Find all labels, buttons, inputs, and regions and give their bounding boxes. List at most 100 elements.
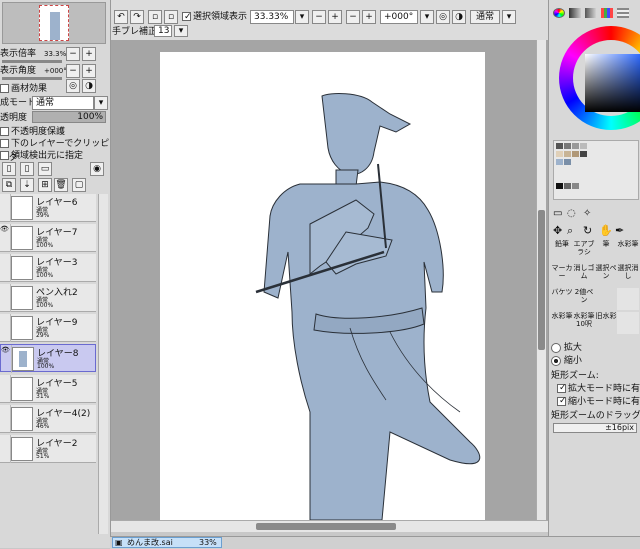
tool-airbrush[interactable]: エアブラシ — [573, 240, 595, 262]
layer-item[interactable]: レイヤー6 通常 39% — [0, 194, 96, 222]
zoom-icon[interactable]: ⌕ — [567, 224, 573, 238]
nav-zoom-in-button[interactable]: + — [82, 47, 96, 61]
nav-rotate-left-button[interactable]: − — [66, 64, 80, 78]
layer-item[interactable]: レイヤー5 通常 31% — [0, 375, 96, 403]
invert-select-button[interactable]: ▫ — [164, 10, 178, 24]
zoom-out-button[interactable]: − — [312, 10, 326, 24]
horizontal-scroll-thumb[interactable] — [256, 523, 396, 530]
vertical-scroll-thumb[interactable] — [538, 210, 545, 350]
nav-angle-slider[interactable] — [2, 77, 62, 80]
zoom-in-mode-toggle[interactable]: ✓拡大モード時に有効 — [557, 383, 640, 395]
tool-select-pen[interactable]: 選択ペン — [595, 264, 617, 286]
swatch[interactable] — [572, 183, 579, 189]
tool-slot[interactable] — [617, 312, 639, 334]
tool-marker[interactable]: マーカー — [551, 264, 573, 286]
rotate-right-button[interactable]: + — [362, 10, 376, 24]
swatch[interactable] — [564, 183, 571, 189]
layer-settings-button[interactable]: ◉ — [90, 162, 104, 176]
swatch[interactable] — [580, 143, 587, 149]
layer-item-selected[interactable]: 👁 レイヤー8 通常 100% — [0, 344, 96, 373]
tool-slot[interactable] — [595, 288, 617, 310]
show-selection-toggle[interactable]: ✓ 選択領域表示 — [182, 10, 247, 24]
layer-item[interactable]: ペン入れ2 通常 100% — [0, 284, 96, 312]
layer-item[interactable]: レイヤー4(2) 通常 46% — [0, 405, 96, 433]
navigator-viewport-box[interactable] — [39, 5, 69, 41]
canvas-horizontal-scrollbar[interactable] — [110, 520, 548, 532]
stabilizer-dropdown-button[interactable]: ▾ — [174, 25, 188, 37]
rotate-dropdown-button[interactable]: ▾ — [420, 10, 434, 24]
swatch[interactable] — [564, 159, 571, 165]
tool-old-watercolor[interactable]: 旧水彩 — [595, 312, 617, 334]
reset-rotate-button[interactable]: ◎ — [436, 10, 450, 24]
visibility-toggle[interactable] — [0, 375, 11, 403]
saturation-value-box[interactable] — [585, 54, 640, 112]
layer-item[interactable]: レイヤー9 通常 29% — [0, 314, 96, 342]
layer-list-scrollbar[interactable] — [98, 194, 108, 534]
transfer-layer-button[interactable]: ⇣ — [20, 178, 34, 192]
visibility-toggle[interactable]: 👁 — [0, 224, 11, 252]
tool-eraser[interactable]: 消しゴム — [573, 264, 595, 286]
zoom-out-mode-toggle[interactable]: ✓縮小モード時に有効 — [557, 396, 640, 408]
file-tab[interactable]: ▣ めんま改.sai 33% — [112, 537, 222, 548]
visibility-toggle[interactable] — [0, 435, 11, 463]
visibility-toggle[interactable] — [0, 254, 11, 282]
visibility-toggle[interactable]: 👁 — [1, 345, 12, 373]
tool-slot[interactable] — [617, 288, 639, 310]
swatch[interactable] — [580, 151, 587, 157]
nav-rotate-right-button[interactable]: + — [82, 64, 96, 78]
rotate-icon[interactable]: ↻ — [583, 224, 592, 237]
hand-icon[interactable]: ✋ — [599, 224, 613, 237]
color-wheel-mode-button[interactable] — [553, 8, 565, 18]
tool-select-eraser[interactable]: 選択消し — [617, 264, 639, 286]
layer-item[interactable]: レイヤー2 通常 51% — [0, 435, 96, 463]
selection-source-toggle[interactable]: 領域検出元に指定 — [0, 149, 110, 163]
layer-item[interactable]: レイヤー3 通常 100% — [0, 254, 96, 282]
copy-layer-button[interactable]: ⧉ — [2, 178, 16, 192]
blend-mode-select[interactable]: 通常 — [470, 10, 500, 24]
zoom-in-button[interactable]: + — [328, 10, 342, 24]
swatch[interactable] — [564, 151, 571, 157]
opacity-slider[interactable]: 100% — [32, 111, 106, 123]
deselect-button[interactable]: ▫ — [148, 10, 162, 24]
layer-blend-select[interactable]: 通常 — [32, 96, 94, 110]
drag-detect-slider[interactable]: ±16pix — [553, 423, 637, 433]
visibility-toggle[interactable] — [0, 284, 11, 312]
clear-layer-button[interactable]: ▢ — [72, 178, 86, 192]
swatch[interactable] — [556, 151, 563, 157]
lasso-icon[interactable]: ◌ — [567, 208, 576, 219]
navigator-preview[interactable] — [2, 2, 106, 44]
visibility-toggle[interactable] — [0, 405, 11, 433]
swatch[interactable] — [564, 143, 571, 149]
layer-blend-dropdown[interactable]: ▾ — [94, 96, 108, 110]
texture-checkbox[interactable] — [0, 84, 9, 93]
move-icon[interactable]: ✥ — [553, 224, 562, 237]
color-wheel[interactable] — [559, 22, 640, 134]
swatch[interactable] — [556, 183, 563, 189]
tool-watercolor-10[interactable]: 水彩筆 10呎 — [573, 312, 595, 334]
swatch[interactable] — [556, 159, 563, 165]
new-linework-layer-button[interactable]: ▯ — [20, 162, 34, 176]
eyedropper-icon[interactable]: ✒ — [615, 224, 624, 237]
stabilizer-field[interactable]: 13 — [154, 25, 172, 37]
rotate-field[interactable]: +000° — [380, 10, 418, 24]
tool-watercolor-2[interactable]: 水彩筆 — [551, 312, 573, 334]
mixer-mode-button[interactable] — [601, 8, 613, 18]
magic-wand-icon[interactable]: ✧ — [583, 208, 591, 219]
redo-button[interactable]: ↷ — [130, 10, 144, 24]
rgb-slider-mode-button[interactable] — [569, 8, 581, 18]
canvas-paper[interactable] — [160, 52, 485, 521]
zoom-field[interactable]: 33.33% — [250, 10, 294, 24]
new-folder-button[interactable]: ▭ — [38, 162, 52, 176]
nav-zoom-out-button[interactable]: − — [66, 47, 80, 61]
swatch-mode-button[interactable] — [617, 8, 629, 18]
canvas-vertical-scrollbar[interactable] — [536, 40, 546, 520]
rotate-left-button[interactable]: − — [346, 10, 360, 24]
visibility-toggle[interactable] — [0, 194, 11, 222]
swatch[interactable] — [572, 143, 579, 149]
swatch[interactable] — [556, 143, 563, 149]
delete-layer-icon[interactable]: 🗑 — [54, 178, 68, 192]
new-layer-button[interactable]: ▯ — [2, 162, 16, 176]
zoom-out-radio[interactable]: 縮小 — [551, 355, 582, 367]
tool-binary-pen[interactable]: 2値ペン — [573, 288, 595, 310]
blend-dropdown-button[interactable]: ▾ — [502, 10, 516, 24]
